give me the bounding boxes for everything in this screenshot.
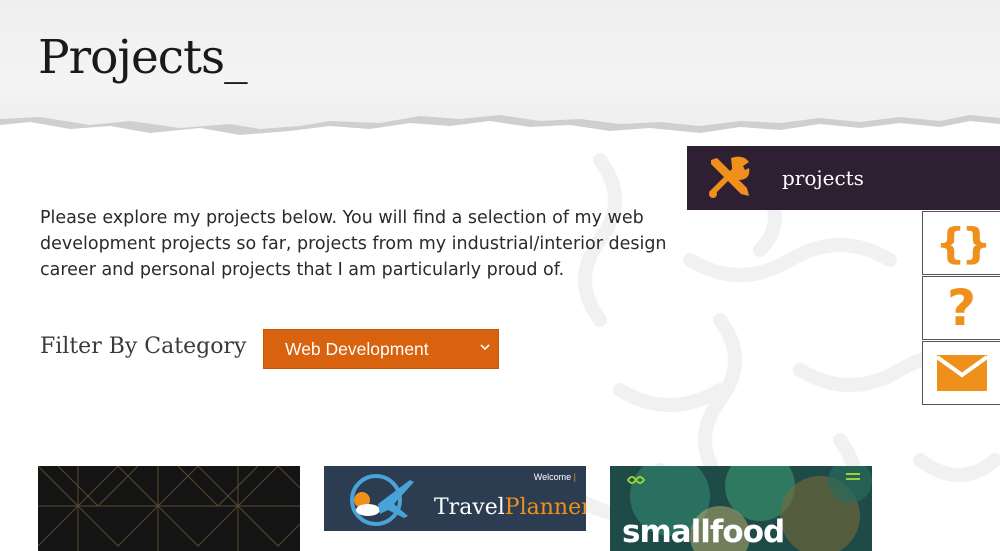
nav-item-projects[interactable]: projects — [687, 146, 1000, 210]
welcome-text: Welcome | — [533, 472, 576, 482]
plane-sun-icon — [350, 474, 414, 526]
project-card-travel-planner[interactable]: Welcome | TravelPlanner — [324, 466, 586, 551]
nav-item-contact[interactable] — [922, 341, 1000, 405]
nav-item-code[interactable]: {} — [922, 211, 1000, 275]
page-header: Projects_ — [0, 0, 1000, 155]
nav-item-help[interactable]: ? — [922, 276, 1000, 340]
project-thumbnail — [38, 466, 300, 551]
nav-projects-label: projects — [782, 166, 864, 190]
curly-braces-icon: {} — [935, 218, 992, 268]
question-mark-icon: ? — [946, 279, 976, 337]
intro-text: Please explore my projects below. You wi… — [40, 208, 667, 280]
project-card-pattern[interactable] — [38, 466, 300, 551]
envelope-icon — [936, 355, 987, 391]
category-select-value: Web Development — [285, 338, 429, 359]
category-select[interactable]: Web Development — [263, 329, 499, 369]
chevron-down-icon — [480, 344, 490, 351]
project-card-smallfood[interactable]: smallfood — [610, 466, 872, 551]
travel-planner-header: Welcome | TravelPlanner — [324, 466, 586, 531]
tools-icon — [703, 152, 755, 208]
page-title: Projects_ — [38, 30, 248, 85]
filter-label: Filter By Category — [40, 334, 247, 359]
travel-planner-logo: TravelPlanner — [434, 495, 586, 520]
